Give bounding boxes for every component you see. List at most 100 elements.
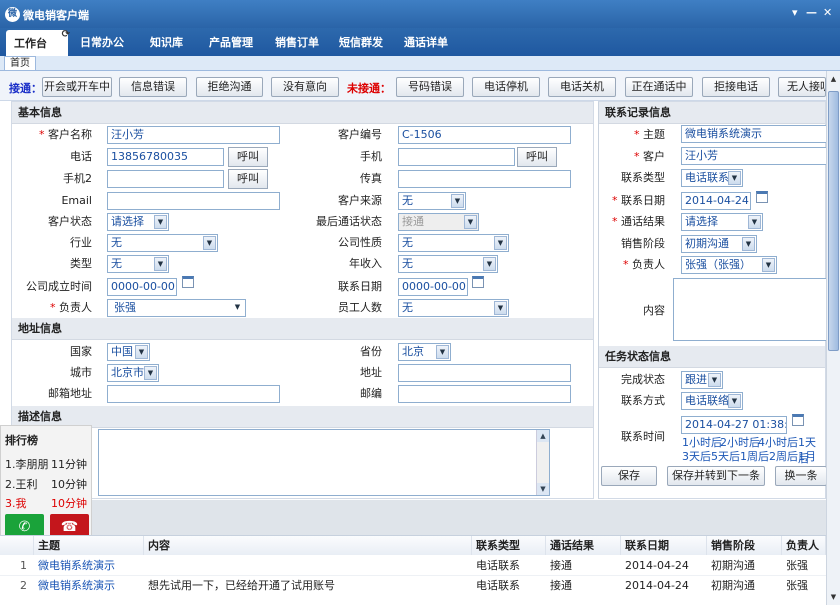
- leaderboard-item-name: 3.我: [5, 497, 27, 510]
- nature-select[interactable]: 无 ▼: [398, 234, 509, 252]
- mail-field[interactable]: [107, 385, 280, 403]
- email-label: Email: [61, 194, 92, 207]
- customer-name-field[interactable]: 汪小芳: [107, 126, 280, 144]
- column-header-content[interactable]: 内容: [144, 536, 472, 555]
- contact-date-field[interactable]: 0000-00-00: [398, 278, 468, 296]
- section-description-title: 描述信息: [12, 406, 593, 428]
- minimize-button[interactable]: —: [806, 6, 817, 19]
- founded-field[interactable]: 0000-00-00: [107, 278, 177, 296]
- way-select[interactable]: 电话联络 ▼: [681, 392, 743, 410]
- tab-office[interactable]: 日常办公: [80, 34, 124, 50]
- refresh-icon[interactable]: ⟳: [62, 29, 70, 40]
- tab-sms[interactable]: 短信群发: [339, 34, 383, 50]
- tab-workbench[interactable]: 工作台 ⟳: [6, 29, 70, 56]
- zip-field[interactable]: [398, 385, 571, 403]
- leaderboard-item-minutes: 10分钟: [51, 497, 87, 510]
- quick-2w-link[interactable]: 2周后: [769, 448, 798, 464]
- table-row[interactable]: 2 微电销系统演示 想先试用一下，已经给开通了试用账号 电话联系 接通 2014…: [0, 576, 826, 596]
- owner-select[interactable]: 张强 ▼: [107, 299, 246, 317]
- city-select[interactable]: 北京市 ▼: [107, 364, 159, 382]
- call-mobile-button[interactable]: 呼叫: [517, 147, 557, 167]
- row-content: 想先试用一下，已经给开通了试用账号: [148, 579, 335, 592]
- status-button-suspended[interactable]: 电话停机: [472, 77, 540, 97]
- column-header-result[interactable]: 通话结果: [546, 536, 621, 555]
- customer-state-select[interactable]: 请选择 ▼: [107, 213, 169, 231]
- tab-knowledge[interactable]: 知识库: [150, 34, 183, 50]
- call-result-select[interactable]: 请选择 ▼: [681, 213, 763, 231]
- mobile-field[interactable]: [398, 148, 515, 166]
- call-mobile2-button[interactable]: 呼叫: [228, 169, 268, 189]
- main-scrollbar[interactable]: ▲ ▼: [826, 71, 840, 605]
- table-row[interactable]: 1 微电销系统演示 电话联系 接通 2014-04-24 初期沟通 张强: [0, 556, 826, 576]
- calendar-icon[interactable]: [472, 276, 484, 288]
- phone-field[interactable]: 13856780035: [107, 148, 224, 166]
- home-tab[interactable]: 首页: [4, 56, 36, 70]
- save-button[interactable]: 保存: [601, 466, 657, 486]
- tab-call-details[interactable]: 通话详单: [404, 34, 448, 50]
- scroll-down-icon[interactable]: ▼: [828, 591, 839, 603]
- call-phone-button[interactable]: 呼叫: [228, 147, 268, 167]
- staff-select[interactable]: 无 ▼: [398, 299, 509, 317]
- fax-field[interactable]: [398, 170, 571, 188]
- column-header-date[interactable]: 联系日期: [621, 536, 707, 555]
- row-subject-link[interactable]: 微电销系统演示: [34, 556, 144, 576]
- minimize-icon[interactable]: ▾: [792, 6, 798, 19]
- status-button-rejected[interactable]: 拒接电话: [702, 77, 770, 97]
- status-button-in-call[interactable]: 正在通话中: [625, 77, 693, 97]
- chevron-down-icon: ▼: [135, 345, 148, 359]
- scroll-up-icon[interactable]: ▲: [828, 73, 839, 85]
- subject-field[interactable]: 微电销系统演示: [681, 125, 827, 143]
- mobile2-field[interactable]: [107, 170, 224, 188]
- column-header-subject[interactable]: 主题: [34, 536, 144, 555]
- next-record-button[interactable]: 换一条: [775, 466, 827, 486]
- tab-products[interactable]: 产品管理: [209, 34, 253, 50]
- row-stage: 初期沟通: [711, 579, 755, 592]
- description-textarea[interactable]: ▲ ▼: [98, 429, 550, 496]
- contact-time-field[interactable]: 2014-04-27 01:38:16: [681, 416, 787, 434]
- scrollbar-thumb[interactable]: [828, 91, 839, 351]
- address-field[interactable]: [398, 364, 571, 382]
- record-owner-select[interactable]: 张强（张强） ▼: [681, 256, 777, 274]
- calendar-icon[interactable]: [756, 191, 768, 203]
- status-button-power-off[interactable]: 电话关机: [548, 77, 616, 97]
- quick-5d-link[interactable]: 5天后: [711, 448, 740, 464]
- content-textarea[interactable]: [673, 278, 827, 341]
- sales-stage-select[interactable]: 初期沟通 ▼: [681, 235, 757, 253]
- calendar-icon[interactable]: [182, 276, 194, 288]
- row-subject-link[interactable]: 微电销系统演示: [34, 576, 144, 596]
- status-button-refused[interactable]: 拒绝沟通: [196, 77, 263, 97]
- status-button-no-interest[interactable]: 没有意向: [271, 77, 339, 97]
- row-owner: 张强: [786, 579, 808, 592]
- column-header-owner[interactable]: 负责人: [782, 536, 826, 555]
- column-header-stage[interactable]: 销售阶段: [707, 536, 782, 555]
- source-select[interactable]: 无 ▼: [398, 192, 466, 210]
- row-date: 2014-04-24: [625, 579, 689, 592]
- scrollbar[interactable]: ▲ ▼: [536, 430, 549, 495]
- tab-orders[interactable]: 销售订单: [275, 34, 319, 50]
- chevron-down-icon: ▼: [762, 258, 775, 272]
- quick-3d-link[interactable]: 3天后: [682, 448, 711, 464]
- email-field[interactable]: [107, 192, 280, 210]
- status-button-busy[interactable]: 开会或开车中: [42, 77, 112, 97]
- contact-type-select[interactable]: 电话联系 ▼: [681, 169, 743, 187]
- save-next-button[interactable]: 保存并转到下一条: [667, 466, 765, 486]
- calendar-icon[interactable]: [792, 414, 804, 426]
- tab-label: 工作台: [14, 37, 47, 50]
- country-select[interactable]: 中国 ▼: [107, 343, 150, 361]
- province-select[interactable]: 北京 ▼: [398, 343, 451, 361]
- status-button-wrong-number[interactable]: 号码错误: [396, 77, 464, 97]
- income-select[interactable]: 无 ▼: [398, 255, 498, 273]
- type-select[interactable]: 无 ▼: [107, 255, 169, 273]
- record-date-field[interactable]: 2014-04-24: [681, 192, 751, 210]
- done-select[interactable]: 跟进 ▼: [681, 371, 723, 389]
- status-button-no-answer[interactable]: 无人接听: [778, 77, 826, 97]
- way-label: 联系方式: [621, 394, 665, 407]
- chevron-down-icon: ▼: [451, 194, 464, 208]
- close-icon[interactable]: ✕: [823, 6, 832, 19]
- status-button-wrong-info[interactable]: 信息错误: [119, 77, 187, 97]
- record-customer-field[interactable]: 汪小芳: [681, 147, 827, 165]
- quick-1w-link[interactable]: 1周后: [740, 448, 769, 464]
- column-header-type[interactable]: 联系类型: [472, 536, 546, 555]
- industry-select[interactable]: 无 ▼: [107, 234, 218, 252]
- customer-code-field[interactable]: C-1506: [398, 126, 571, 144]
